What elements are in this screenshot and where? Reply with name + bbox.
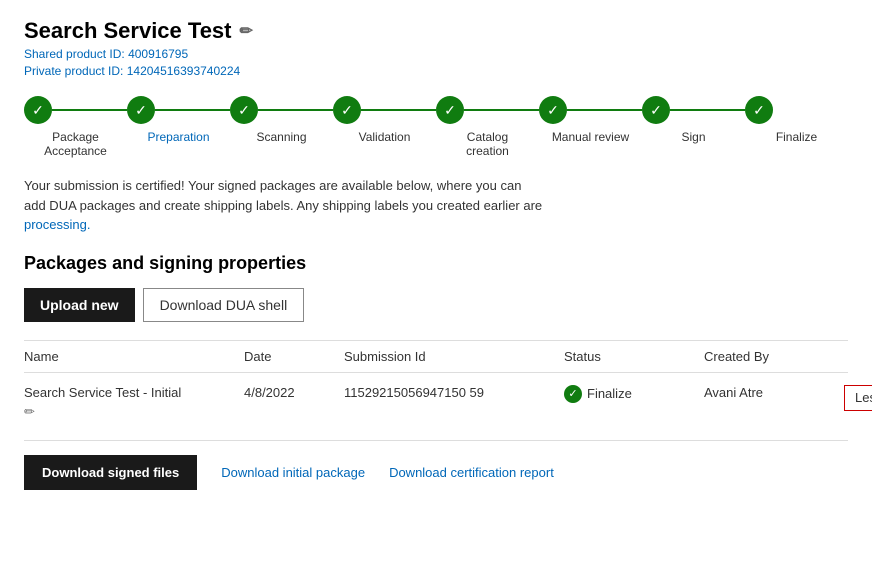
step-label-5: Manual review (552, 130, 629, 144)
packages-table: Name Date Submission Id Status Created B… (24, 340, 848, 424)
col-date: Date (244, 349, 344, 364)
step-circle-6: ✓ (642, 96, 670, 124)
col-action (844, 349, 872, 364)
step-circle-0: ✓ (24, 96, 52, 124)
step-5: ✓ Manual review (539, 96, 642, 144)
less-label: Less (855, 390, 872, 405)
col-submission-id: Submission Id (344, 349, 564, 364)
step-circle-2: ✓ (230, 96, 258, 124)
action-buttons-row: Upload new Download DUA shell (24, 288, 848, 322)
step-label-6: Sign (681, 130, 705, 144)
step-0: ✓ Package Acceptance (24, 96, 127, 158)
col-status: Status (564, 349, 704, 364)
shared-product-id: Shared product ID: 400916795 (24, 47, 848, 61)
packages-section: Packages and signing properties Upload n… (24, 253, 848, 490)
upload-new-button[interactable]: Upload new (24, 288, 135, 322)
page-title-text: Search Service Test (24, 18, 232, 44)
step-label-4: Catalog creation (466, 130, 509, 158)
less-button[interactable]: Less ∧ (844, 385, 872, 411)
step-7: ✓Finalize (745, 96, 848, 144)
notification-area: Your submission is certified! Your signe… (24, 176, 848, 235)
step-circle-5: ✓ (539, 96, 567, 124)
row-name: Search Service Test - Initial (24, 385, 244, 400)
private-product-id: Private product ID: 14204516393740224 (24, 64, 848, 78)
row-name-cell: Search Service Test - Initial ✏ (24, 385, 244, 420)
step-6: ✓ Sign (642, 96, 745, 144)
step-label-3: Validation (359, 130, 411, 144)
row-status: ✓ Finalize (564, 385, 704, 420)
step-3: ✓ Validation (333, 96, 436, 144)
page-title-row: Search Service Test ✏ (24, 18, 848, 44)
row-created-by: Avani Atre (704, 385, 844, 420)
step-4: ✓Catalog creation (436, 96, 539, 158)
table-row: Search Service Test - Initial ✏ 4/8/2022… (24, 373, 848, 424)
step-2: ✓ Scanning (230, 96, 333, 144)
step-1: ✓ Preparation (127, 96, 230, 144)
table-header-row: Name Date Submission Id Status Created B… (24, 341, 848, 373)
row-submission-id: 11529215056947150 59 (344, 385, 564, 420)
row-edit-icon[interactable]: ✏ (24, 404, 244, 420)
page-header: Search Service Test ✏ Shared product ID:… (24, 18, 848, 78)
download-initial-button[interactable]: Download initial package (209, 465, 377, 480)
bottom-action-row: Download signed files Download initial p… (24, 440, 848, 490)
step-circle-4: ✓ (436, 96, 464, 124)
progress-steps: ✓ Package Acceptance ✓ Preparation ✓ Scanning… (24, 96, 848, 158)
steps-row: ✓ Package Acceptance ✓ Preparation ✓ Scanning… (24, 96, 848, 158)
status-label: Finalize (587, 386, 632, 401)
step-circle-1: ✓ (127, 96, 155, 124)
step-circle-7: ✓ (745, 96, 773, 124)
download-dua-button[interactable]: Download DUA shell (143, 288, 305, 322)
title-edit-icon[interactable]: ✏ (240, 21, 253, 41)
row-date: 4/8/2022 (244, 385, 344, 420)
step-label-0: Package Acceptance (44, 130, 107, 158)
finalize-icon: ✓ (564, 385, 582, 403)
col-name: Name (24, 349, 244, 364)
step-label-1: Preparation (147, 130, 209, 144)
step-circle-3: ✓ (333, 96, 361, 124)
col-created-by: Created By (704, 349, 844, 364)
step-label-2: Scanning (256, 130, 306, 144)
download-cert-button[interactable]: Download certification report (377, 465, 566, 480)
step-label-7: Finalize (776, 130, 817, 144)
download-signed-button[interactable]: Download signed files (24, 455, 197, 490)
finalize-badge: ✓ Finalize (564, 385, 704, 403)
row-less-cell: Less ∧ (844, 385, 872, 420)
packages-title: Packages and signing properties (24, 253, 848, 274)
